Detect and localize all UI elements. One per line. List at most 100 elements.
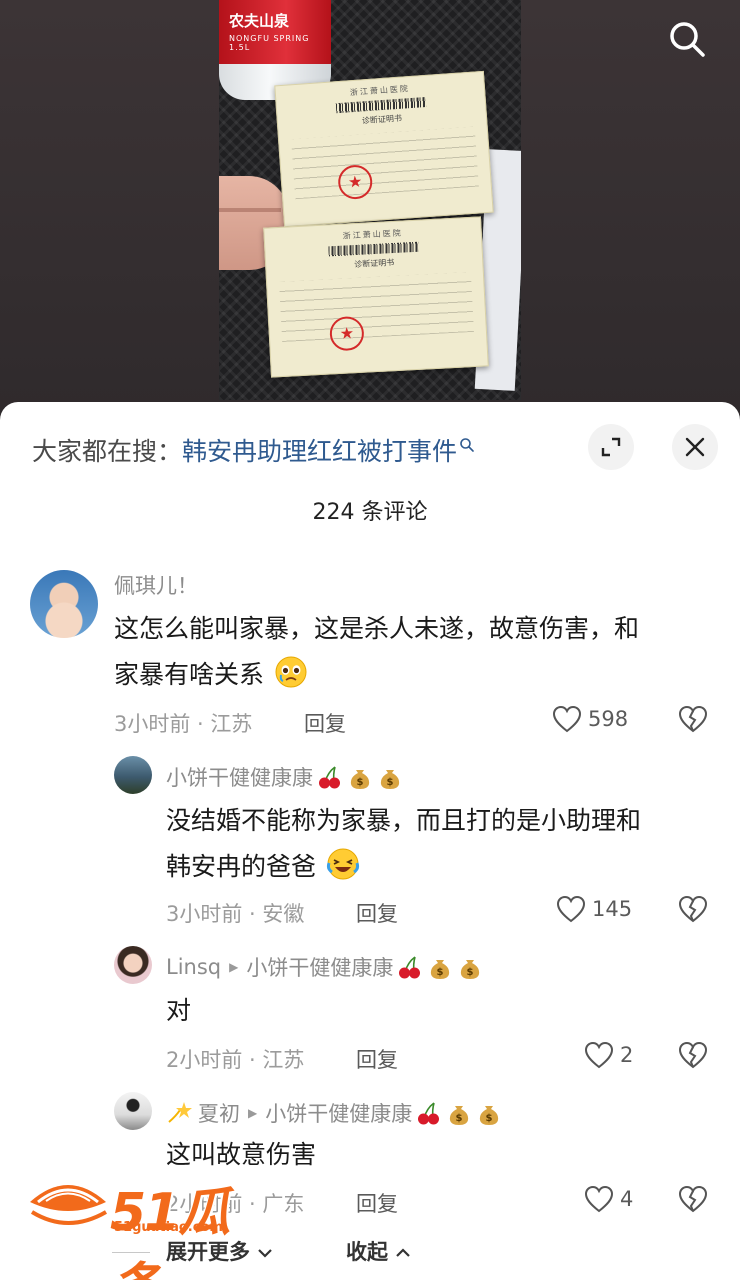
like-button[interactable]: 145 [556, 895, 632, 923]
comment-line: 没结婚不能称为家暴，而且打的是小助理和 [166, 806, 642, 835]
comment-line: 韩安冉的爸爸 [166, 852, 317, 881]
comment-text: 对 [166, 988, 191, 1034]
like-button[interactable]: 4 [584, 1185, 633, 1213]
video-frame: 农夫山泉 NONGFU SPRING 1.5L 浙江萧山医院 诊断证明书 ★ 浙… [219, 0, 521, 400]
bottle-label: 农夫山泉 NONGFU SPRING 1.5L [219, 0, 331, 64]
svg-text:$: $ [456, 1113, 463, 1124]
like-button[interactable]: 598 [552, 705, 628, 733]
like-count: 145 [592, 897, 633, 921]
chevron-up-icon [396, 1248, 411, 1257]
comment-sheet: 大家都在搜： 韩安冉助理红红被打事件 224 条评论 佩琪儿！ 这怎么能叫家暴，… [0, 402, 740, 1280]
video-player[interactable]: 农夫山泉 NONGFU SPRING 1.5L 浙江萧山医院 诊断证明书 ★ 浙… [0, 0, 740, 420]
dislike-button[interactable] [678, 705, 708, 737]
comment-line-with-emoji: 家暴有啥关系 [114, 652, 639, 698]
melon-logo-icon [30, 1185, 108, 1225]
comment-meta: 3小时前 · 安徽 [166, 902, 305, 926]
money-bag-emoji-icon: $ [450, 1106, 469, 1125]
laughing-crying-emoji-icon [326, 848, 360, 880]
svg-text:$: $ [467, 967, 474, 978]
expand-icon [601, 437, 621, 457]
avatar[interactable] [114, 756, 152, 794]
comment-line: 对 [166, 996, 192, 1025]
comment-meta: 2小时前 · 江苏 [166, 1048, 305, 1072]
username-text: 小饼干健健康康 [166, 766, 313, 790]
like-count: 4 [620, 1187, 634, 1211]
search-icon [670, 22, 705, 57]
hand-fold [219, 208, 281, 212]
chevron-down-icon [258, 1249, 273, 1258]
close-button[interactable] [672, 424, 718, 470]
svg-text:$: $ [486, 1113, 493, 1124]
reply-button[interactable]: 回复 [356, 1188, 398, 1218]
avatar[interactable] [114, 1092, 152, 1130]
money-bag-emoji-icon: $ [480, 1106, 499, 1125]
money-bag-emoji-icon: $ [350, 770, 370, 789]
comment-text: 没结婚不能称为家暴，而且打的是小助理和 韩安冉的爸爸 [166, 798, 641, 890]
diagnosis-document: 浙江萧山医院 诊断证明书 ★ [263, 216, 489, 378]
red-stamp: ★ [329, 315, 365, 352]
reply-button[interactable]: 回复 [304, 708, 346, 738]
comment-line: 这怎么能叫家暴，这是杀人未遂，故意伤害，和 [114, 614, 640, 643]
barcode [335, 96, 427, 114]
username-text: 夏初 [198, 1102, 240, 1126]
cherry-emoji-icon [399, 956, 421, 979]
heart-outline-icon [584, 1185, 614, 1213]
svg-text:$: $ [437, 967, 444, 978]
dislike-button[interactable] [678, 895, 708, 927]
cherry-emoji-icon [418, 1102, 440, 1125]
username[interactable]: 佩琪儿！ [114, 570, 198, 600]
dislike-button[interactable] [678, 1041, 708, 1073]
username-text: Linsq [166, 955, 222, 979]
comment-meta: 3小时前 · 江苏 [114, 712, 253, 736]
cherry-emoji-icon [319, 766, 340, 789]
bottle-sub: NONGFU SPRING 1.5L [229, 34, 310, 52]
reply-button[interactable]: 回复 [356, 1044, 398, 1074]
heart-outline-icon [552, 705, 582, 733]
reply-to-username: 小饼干健健康康 [246, 956, 394, 980]
reply-to-username: 小饼干健健康康 [265, 1102, 413, 1126]
document-title: 浙江萧山医院 [342, 228, 403, 241]
comment-line: 家暴有啥关系 [114, 660, 265, 689]
close-icon [685, 437, 705, 457]
reply-arrow-icon: ▶ [248, 1106, 258, 1120]
heart-outline-icon [556, 895, 586, 923]
svg-text:$: $ [357, 777, 364, 788]
collapse-button[interactable]: 收起 [346, 1236, 411, 1266]
dislike-button[interactable] [678, 1185, 708, 1217]
document-lines [291, 126, 479, 200]
expand-button[interactable] [588, 424, 634, 470]
comment-line-with-emoji: 韩安冉的爸爸 [166, 844, 641, 890]
reply-button[interactable]: 回复 [356, 898, 398, 928]
money-bag-emoji-icon: $ [380, 770, 400, 789]
svg-text:$: $ [387, 777, 394, 788]
search-prefix: 大家都在搜： [32, 437, 183, 466]
diagnosis-document: 浙江萧山医院 诊断证明书 ★ [274, 70, 494, 228]
trending-search[interactable]: 大家都在搜： 韩安冉助理红红被打事件 [32, 430, 475, 470]
reply-arrow-icon: ▶ [229, 960, 239, 974]
bottle-brand: 农夫山泉 [229, 12, 290, 30]
comment-count: 224 条评论 [312, 500, 428, 525]
collapse-label: 收起 [346, 1240, 388, 1264]
dizzy-star-emoji-icon [168, 1102, 192, 1123]
watermark-logo: 51瓜条 51guatiao.com [26, 1168, 258, 1280]
like-count: 2 [620, 1043, 634, 1067]
search-term-link[interactable]: 韩安冉助理红红被打事件 [182, 432, 457, 468]
like-button[interactable]: 2 [584, 1041, 633, 1069]
username[interactable]: 夏初 ▶ 小饼干健健康康 $ $ [166, 1098, 502, 1128]
username[interactable]: 小饼干健健康康 $ $ [166, 762, 403, 792]
broken-heart-icon [678, 895, 708, 923]
broken-heart-icon [678, 1185, 708, 1213]
search-icon [460, 438, 474, 452]
like-count: 598 [588, 707, 629, 731]
broken-heart-icon [678, 1041, 708, 1069]
watermark-url: 51guatiao.com [114, 1220, 223, 1235]
username[interactable]: Linsq ▶ 小饼干健健康康 $ $ [166, 952, 483, 982]
pleading-face-emoji-icon [275, 656, 307, 688]
document-subtitle: 诊断证明书 [354, 258, 395, 270]
broken-heart-icon [678, 705, 708, 733]
avatar[interactable] [30, 570, 98, 638]
avatar[interactable] [114, 946, 152, 984]
money-bag-emoji-icon: $ [431, 960, 450, 979]
username-text: 佩琪儿！ [114, 574, 198, 598]
search-button[interactable] [664, 16, 710, 62]
